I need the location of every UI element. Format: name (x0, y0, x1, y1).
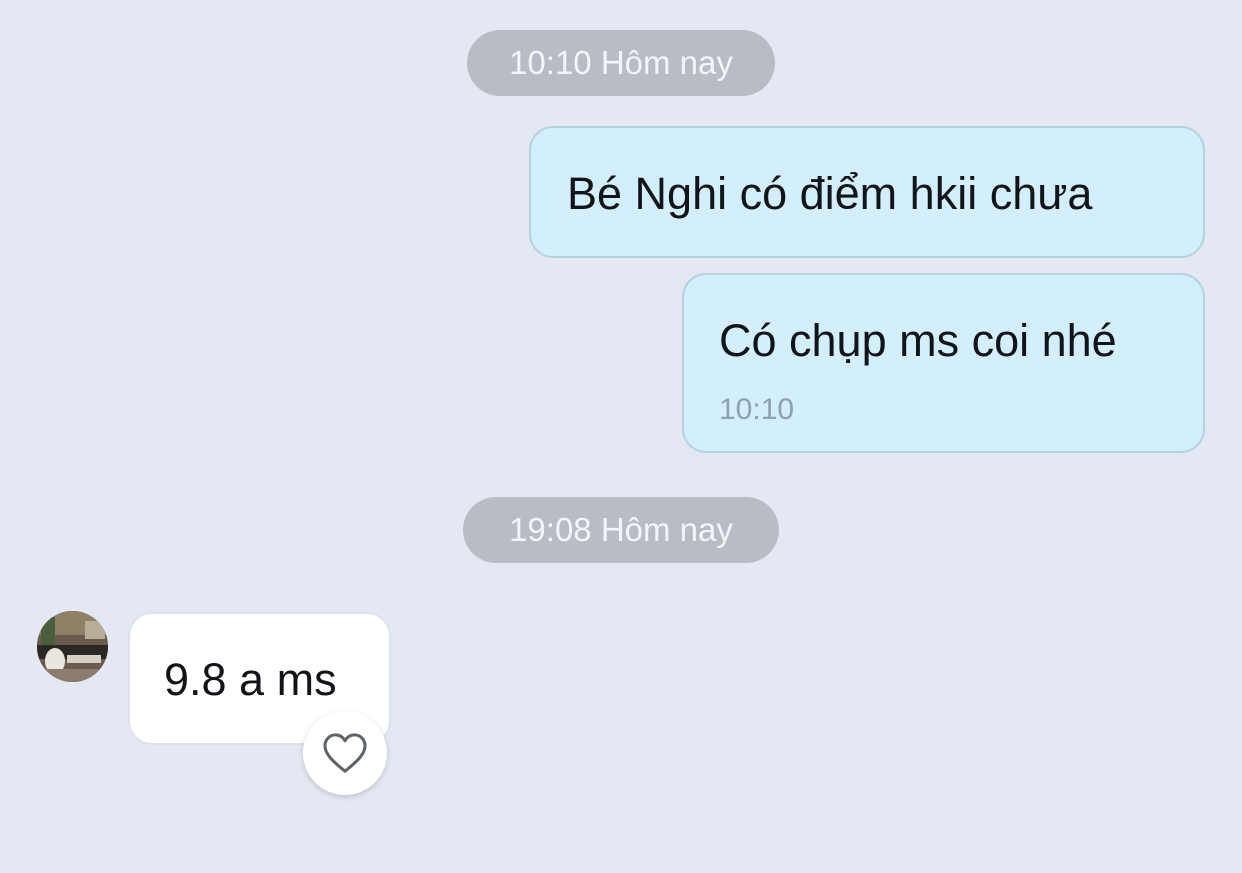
separator-time: 10:10 (509, 44, 592, 81)
sender-avatar[interactable] (37, 611, 108, 682)
outgoing-message-bubble[interactable]: Có chụp ms coi nhé 10:10 (682, 273, 1205, 453)
separator-label: Hôm nay (600, 44, 733, 81)
react-button[interactable] (303, 711, 387, 795)
avatar-photo (37, 611, 108, 682)
date-separator: 10:10 Hôm nay (467, 30, 775, 96)
message-text: 9.8 a ms (164, 654, 337, 705)
separator-label: Hôm nay (600, 511, 733, 548)
heart-outline-icon (323, 733, 367, 773)
outgoing-message-bubble[interactable]: Bé Nghi có điểm hkii chưa (529, 126, 1205, 258)
separator-time: 19:08 (509, 511, 592, 548)
message-timestamp: 10:10 (719, 393, 795, 426)
message-text: Bé Nghi có điểm hkii chưa (567, 168, 1093, 219)
date-separator: 19:08 Hôm nay (463, 497, 779, 563)
message-text: Có chụp ms coi nhé (719, 315, 1117, 366)
